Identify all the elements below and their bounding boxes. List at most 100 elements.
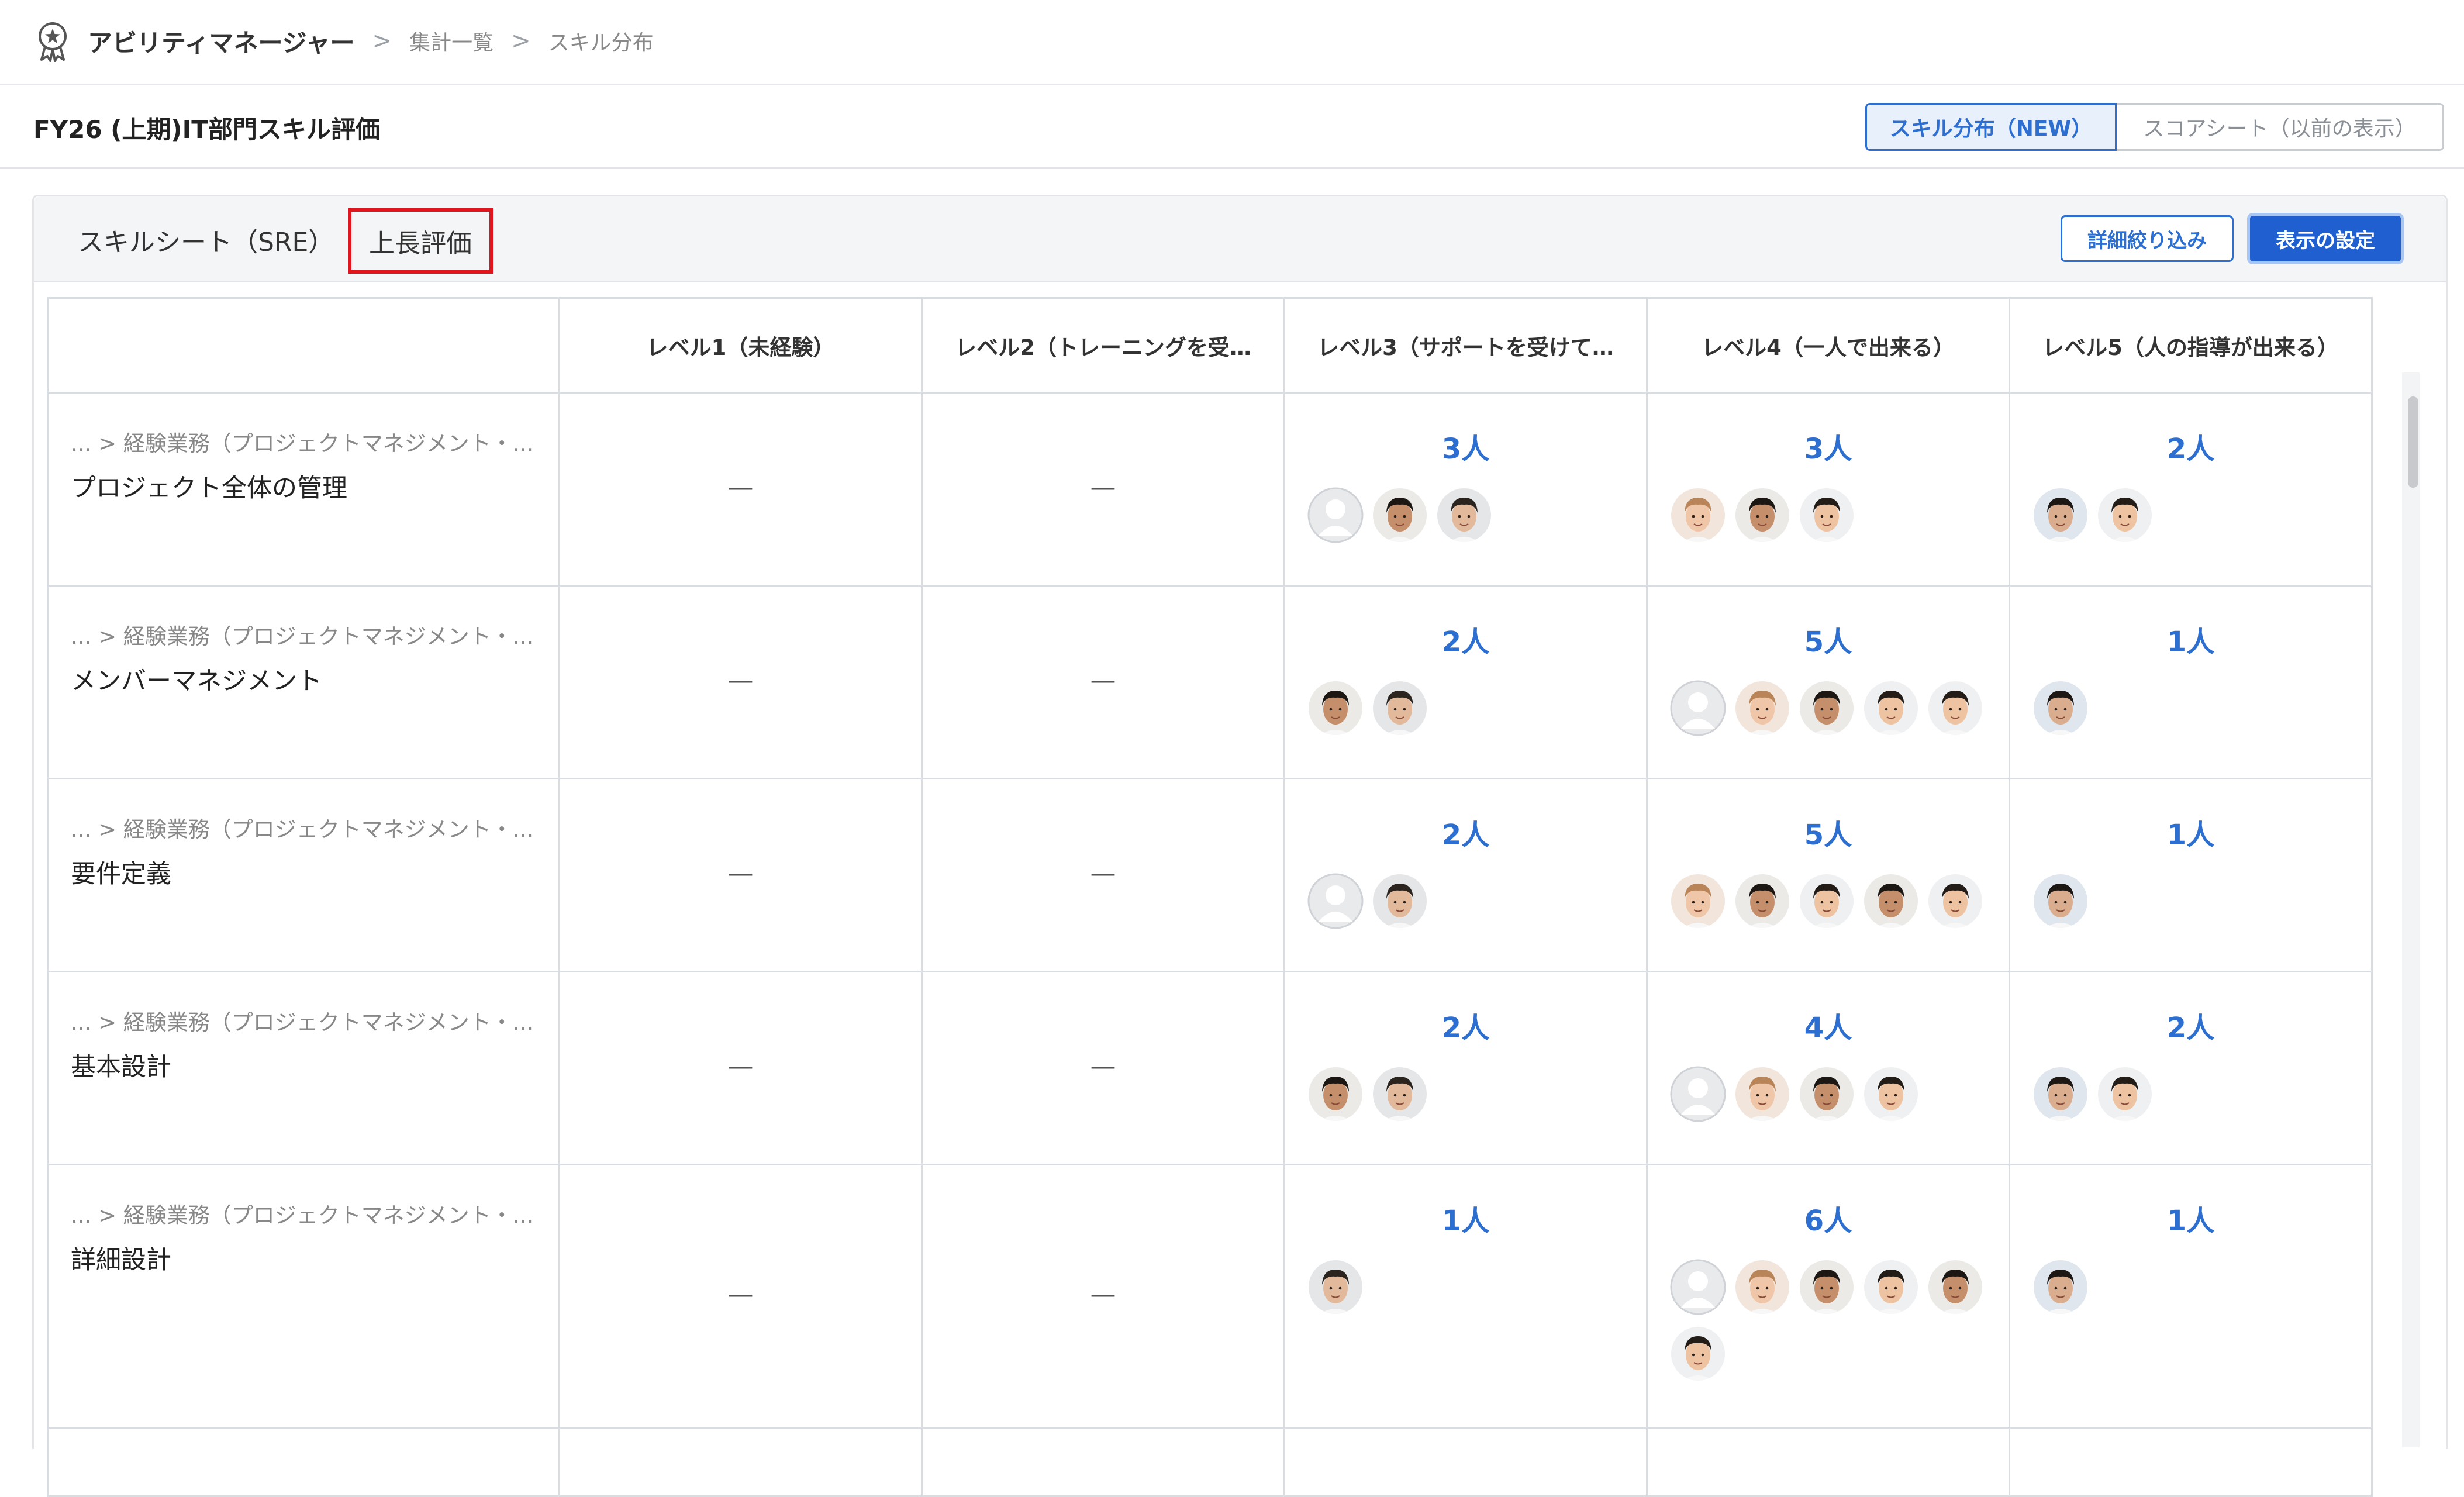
award-badge-icon[interactable] xyxy=(34,20,71,62)
level-5-cell[interactable]: 1人 xyxy=(2009,1164,2373,1429)
level-3-cell[interactable]: 3人 xyxy=(1283,392,1648,587)
member-count[interactable]: 2人 xyxy=(1285,619,1646,660)
skill-cell: ... > 経験業務（プロジェクトマネジメント・... 詳細設計 xyxy=(47,1164,560,1429)
empty-mark: — xyxy=(727,858,754,888)
default-avatar-icon[interactable] xyxy=(1670,1066,1726,1122)
avatar-group xyxy=(1670,487,1997,543)
level-2-cell: — xyxy=(921,585,1285,779)
member-avatar[interactable] xyxy=(1799,1259,1855,1315)
member-avatar[interactable] xyxy=(1670,873,1726,929)
member-count[interactable]: 2人 xyxy=(2010,1005,2371,1046)
member-avatar[interactable] xyxy=(1799,487,1855,543)
member-avatar[interactable] xyxy=(1734,680,1790,736)
default-avatar-icon[interactable] xyxy=(1670,680,1726,736)
empty-mark: — xyxy=(1090,472,1116,502)
skill-category-path: ... > 経験業務（プロジェクトマネジメント・... xyxy=(71,431,534,456)
member-avatar[interactable] xyxy=(2032,680,2089,736)
member-avatar[interactable] xyxy=(1670,487,1726,543)
member-count[interactable]: 2人 xyxy=(2010,426,2371,467)
display-settings-button[interactable]: 表示の設定 xyxy=(2247,213,2404,264)
level-5-cell[interactable]: 2人 xyxy=(2009,392,2373,587)
member-avatar[interactable] xyxy=(1927,1259,1983,1315)
member-avatar[interactable] xyxy=(1436,487,1492,543)
member-count[interactable]: 5人 xyxy=(1648,619,2009,660)
score-sheet-view-button[interactable]: スコアシート（以前の表示） xyxy=(2117,103,2444,151)
member-avatar[interactable] xyxy=(1372,873,1428,929)
table-cell xyxy=(1646,1427,2010,1497)
member-count[interactable]: 1人 xyxy=(2010,1198,2371,1239)
member-count[interactable]: 2人 xyxy=(1285,812,1646,853)
level-3-cell[interactable]: 2人 xyxy=(1283,585,1648,779)
member-avatar[interactable] xyxy=(2032,487,2089,543)
detail-filter-button[interactable]: 詳細絞り込み xyxy=(2061,215,2234,262)
default-avatar-icon[interactable] xyxy=(1670,1259,1726,1315)
member-avatar[interactable] xyxy=(2032,873,2089,929)
member-count[interactable]: 4人 xyxy=(1648,1005,2009,1046)
avatar-group xyxy=(1307,1259,1635,1315)
member-avatar[interactable] xyxy=(2032,1066,2089,1122)
member-avatar[interactable] xyxy=(1799,1066,1855,1122)
breadcrumb-app-name[interactable]: アビリティマネージャー xyxy=(88,23,355,59)
level-3-cell[interactable]: 2人 xyxy=(1283,778,1648,972)
member-avatar[interactable] xyxy=(1307,1259,1364,1315)
tab-skill-sheet-sre[interactable]: スキルシート（SRE） xyxy=(78,221,334,258)
default-avatar-icon[interactable] xyxy=(1307,873,1364,929)
default-avatar-icon[interactable] xyxy=(1307,487,1364,543)
member-avatar[interactable] xyxy=(1734,487,1790,543)
member-avatar[interactable] xyxy=(1927,873,1983,929)
page-title: FY26 (上期)IT部門スキル評価 xyxy=(33,115,380,144)
level-4-cell[interactable]: 5人 xyxy=(1646,585,2010,779)
member-avatar[interactable] xyxy=(2097,1066,2153,1122)
member-count[interactable]: 3人 xyxy=(1648,426,2009,467)
level-1-cell: — xyxy=(558,778,923,972)
member-avatar[interactable] xyxy=(1799,873,1855,929)
skill-cell: ... > 経験業務（プロジェクトマネジメント・... 要件定義 xyxy=(47,778,560,972)
member-avatar[interactable] xyxy=(1307,680,1364,736)
member-avatar[interactable] xyxy=(1863,1259,1919,1315)
column-header-level-1: レベル1（未経験） xyxy=(558,297,923,394)
tab-supervisor-evaluation[interactable]: 上長評価 xyxy=(348,208,493,274)
member-count[interactable]: 6人 xyxy=(1648,1198,2009,1239)
level-4-cell[interactable]: 6人 xyxy=(1646,1164,2010,1429)
member-avatar[interactable] xyxy=(1372,487,1428,543)
member-avatar[interactable] xyxy=(1372,680,1428,736)
level-2-cell: — xyxy=(921,971,1285,1165)
member-avatar[interactable] xyxy=(1863,873,1919,929)
level-5-cell[interactable]: 1人 xyxy=(2009,585,2373,779)
member-avatar[interactable] xyxy=(2097,487,2153,543)
member-count[interactable]: 1人 xyxy=(2010,812,2371,853)
member-count[interactable]: 1人 xyxy=(2010,619,2371,660)
level-4-cell[interactable]: 4人 xyxy=(1646,971,2010,1165)
member-avatar[interactable] xyxy=(1863,680,1919,736)
member-avatar[interactable] xyxy=(1863,1066,1919,1122)
page-header: FY26 (上期)IT部門スキル評価 スキル分布（NEW） スコアシート（以前の… xyxy=(0,85,2464,169)
level-3-cell[interactable]: 2人 xyxy=(1283,971,1648,1165)
level-5-cell[interactable]: 1人 xyxy=(2009,778,2373,972)
skill-name: 基本設計 xyxy=(71,1053,171,1082)
vertical-scrollbar[interactable] xyxy=(2402,372,2420,1447)
scrollbar-thumb[interactable] xyxy=(2408,396,2418,488)
member-count[interactable]: 3人 xyxy=(1285,426,1646,467)
member-avatar[interactable] xyxy=(1670,1326,1726,1382)
member-avatar[interactable] xyxy=(1734,1066,1790,1122)
level-4-cell[interactable]: 5人 xyxy=(1646,778,2010,972)
skill-name: 詳細設計 xyxy=(71,1246,171,1275)
avatar-group xyxy=(1670,1066,1997,1122)
breadcrumb-summary-list[interactable]: 集計一覧 xyxy=(409,26,494,56)
column-header-level-3: レベル3（サポートを受けて… xyxy=(1283,297,1648,394)
skill-distribution-view-button[interactable]: スキル分布（NEW） xyxy=(1865,103,2117,151)
member-count[interactable]: 2人 xyxy=(1285,1005,1646,1046)
member-count[interactable]: 5人 xyxy=(1648,812,2009,853)
member-avatar[interactable] xyxy=(1307,1066,1364,1122)
skill-cell: ... > 経験業務（プロジェクトマネジメント・... 基本設計 xyxy=(47,971,560,1165)
member-avatar[interactable] xyxy=(1927,680,1983,736)
level-4-cell[interactable]: 3人 xyxy=(1646,392,2010,587)
member-avatar[interactable] xyxy=(1734,1259,1790,1315)
member-count[interactable]: 1人 xyxy=(1285,1198,1646,1239)
member-avatar[interactable] xyxy=(2032,1259,2089,1315)
level-3-cell[interactable]: 1人 xyxy=(1283,1164,1648,1429)
member-avatar[interactable] xyxy=(1372,1066,1428,1122)
member-avatar[interactable] xyxy=(1799,680,1855,736)
level-5-cell[interactable]: 2人 xyxy=(2009,971,2373,1165)
member-avatar[interactable] xyxy=(1734,873,1790,929)
